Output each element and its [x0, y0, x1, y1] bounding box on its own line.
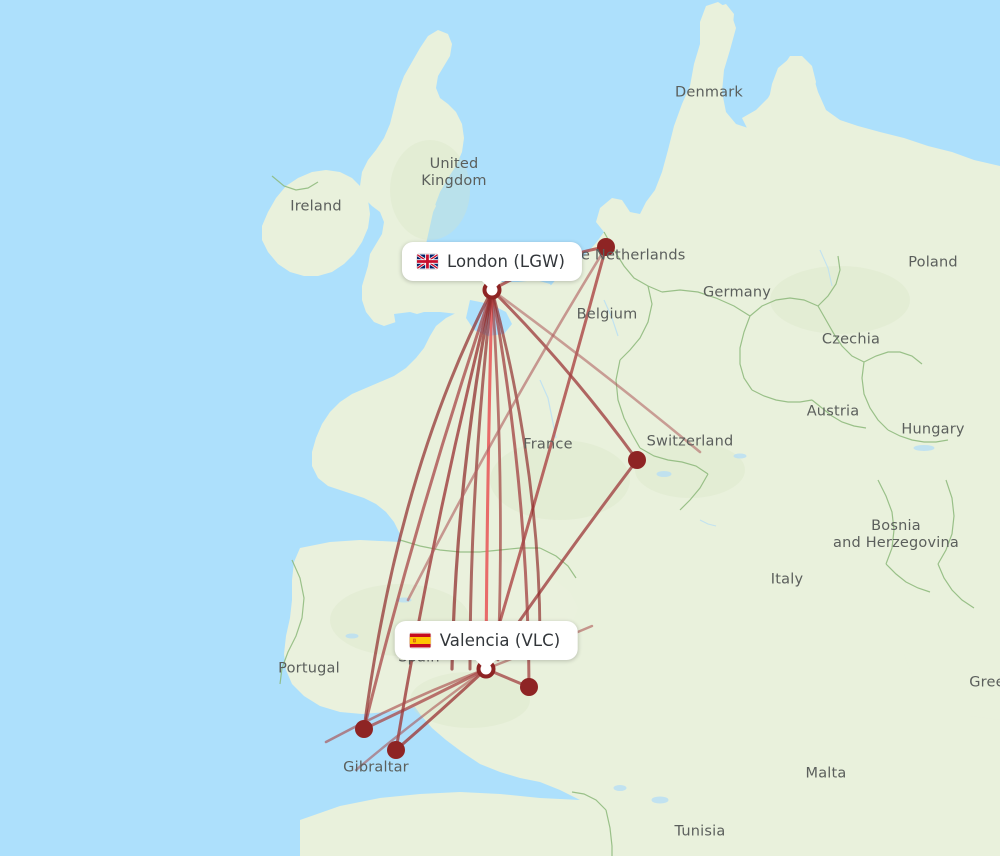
uk-flag-icon [416, 254, 438, 269]
tooltip-pointer [474, 659, 497, 670]
origin-city-name: London (LGW) [446, 252, 566, 271]
origin-city-tooltip[interactable]: London (LGW) [401, 242, 583, 291]
sardinia [678, 550, 702, 602]
tooltip-pointer [481, 280, 503, 291]
corsica [684, 508, 704, 552]
node-geneva [628, 451, 646, 469]
node-alicante [520, 678, 538, 696]
node-amsterdam [597, 238, 615, 256]
map-canvas [0, 0, 1000, 856]
destination-city-name: Valencia (VLC) [439, 631, 561, 650]
spain-flag-icon [409, 633, 431, 648]
node-malaga [387, 741, 405, 759]
node-seville [355, 720, 373, 738]
destination-city-tooltip[interactable]: Valencia (VLC) [394, 621, 578, 670]
flight-route-map[interactable]: Denmark Ireland United Kingdom The Nethe… [0, 0, 1000, 856]
